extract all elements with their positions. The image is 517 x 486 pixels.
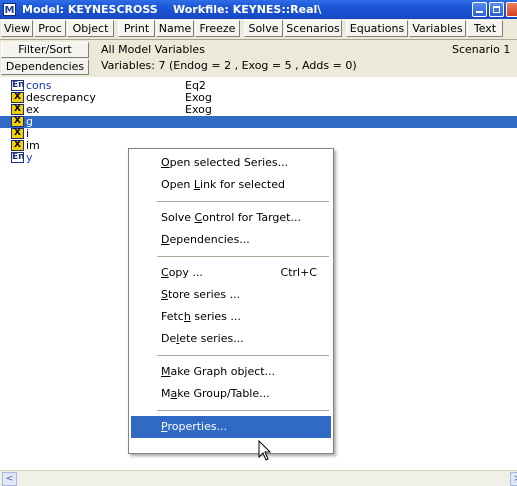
menu-item-label: Open selected Series...	[161, 156, 289, 169]
menu-separator	[157, 355, 329, 356]
window-title: Model: KEYNESCROSS Workfile: KEYNES::Rea…	[22, 3, 322, 16]
variable-row[interactable]: Xex Exog	[0, 104, 517, 116]
exogenous-icon: X	[11, 140, 24, 151]
variable-type: Exog	[185, 103, 212, 116]
menu-item-label: Make Graph object...	[161, 365, 276, 378]
toolbar-equations-button[interactable]: Equations	[346, 20, 408, 37]
menu-item-label: Properties...	[161, 420, 228, 433]
endogenous-icon: En	[11, 80, 25, 91]
info-bar: Filter/Sort Dependencies All Model Varia…	[0, 40, 517, 77]
title-bar[interactable]: M Model: KEYNESCROSS Workfile: KEYNES::R…	[0, 0, 517, 19]
maximize-icon	[493, 6, 500, 13]
toolbar-text-button[interactable]: Text	[467, 20, 503, 37]
toolbar: View Proc Object Print Name Freeze Solve…	[0, 19, 517, 40]
menu-item-copy[interactable]: Copy ... Ctrl+C	[131, 262, 331, 284]
toolbar-object-button[interactable]: Object	[67, 20, 114, 37]
toolbar-solve-button[interactable]: Solve	[244, 20, 283, 37]
toolbar-scenarios-button[interactable]: Scenarios	[284, 20, 342, 37]
menu-item-open-link-for-selected[interactable]: Open Link for selected	[131, 174, 331, 196]
mouse-cursor-icon	[258, 440, 272, 461]
menu-item-delete-series[interactable]: Delete series...	[131, 328, 331, 350]
exogenous-icon: X	[11, 92, 24, 103]
maximize-button[interactable]	[489, 2, 504, 17]
toolbar-proc-button[interactable]: Proc	[34, 20, 66, 37]
variable-row[interactable]: Xi	[0, 128, 517, 140]
menu-item-label: Open Link for selected	[161, 178, 285, 191]
context-menu: Open selected Series... Open Link for sel…	[128, 148, 334, 454]
variable-row[interactable]: Xdescrepancy Exog	[0, 92, 517, 104]
model-icon: M	[3, 3, 16, 16]
info-line1: All Model Variables	[101, 43, 205, 56]
menu-item-properties[interactable]: Properties...	[131, 416, 331, 438]
scroll-right-arrow[interactable]: >	[510, 472, 517, 486]
menu-item-label: Delete series...	[161, 332, 244, 345]
endogenous-icon: En	[11, 152, 25, 163]
variable-row[interactable]: Xg	[0, 116, 517, 128]
variable-name: y	[26, 151, 33, 164]
exogenous-icon: X	[11, 116, 24, 127]
toolbar-name-button[interactable]: Name	[156, 20, 194, 37]
menu-separator	[157, 201, 329, 202]
exogenous-icon: X	[11, 128, 24, 139]
toolbar-variables-button[interactable]: Variables	[409, 20, 466, 37]
toolbar-print-button[interactable]: Print	[118, 20, 155, 37]
menu-item-make-group-table[interactable]: Make Group/Table...	[131, 383, 331, 405]
menu-item-label: Fetch series ...	[161, 310, 241, 323]
menu-separator	[157, 256, 329, 257]
scenario-label: Scenario 1	[452, 43, 511, 56]
menu-item-label: Make Group/Table...	[161, 387, 270, 400]
horizontal-scrollbar[interactable]: < >	[0, 470, 517, 486]
minimize-icon	[476, 6, 483, 13]
menu-item-label: Copy ...	[161, 266, 203, 279]
menu-item-label: Store series ...	[161, 288, 241, 301]
menu-separator	[157, 410, 329, 411]
menu-item-label: Dependencies...	[161, 233, 250, 246]
minimize-button[interactable]	[472, 2, 487, 17]
dependencies-button[interactable]: Dependencies	[1, 59, 89, 75]
close-button[interactable]	[506, 2, 517, 17]
scroll-left-arrow[interactable]: <	[2, 472, 17, 486]
info-line2: Variables: 7 (Endog = 2 , Exog = 5 , Add…	[101, 59, 357, 72]
menu-item-solve-control-for-target[interactable]: Solve Control for Target...	[131, 207, 331, 229]
menu-item-label: Solve Control for Target...	[161, 211, 301, 224]
menu-item-fetch-series[interactable]: Fetch series ...	[131, 306, 331, 328]
menu-item-open-selected-series[interactable]: Open selected Series...	[131, 152, 331, 174]
exogenous-icon: X	[11, 104, 24, 115]
toolbar-view-button[interactable]: View	[1, 20, 33, 37]
menu-item-make-graph-object[interactable]: Make Graph object...	[131, 361, 331, 383]
filter-sort-button[interactable]: Filter/Sort	[1, 42, 89, 58]
menu-item-shortcut: Ctrl+C	[280, 266, 317, 279]
toolbar-freeze-button[interactable]: Freeze	[195, 20, 240, 37]
menu-item-dependencies[interactable]: Dependencies...	[131, 229, 331, 251]
menu-item-store-series[interactable]: Store series ...	[131, 284, 331, 306]
